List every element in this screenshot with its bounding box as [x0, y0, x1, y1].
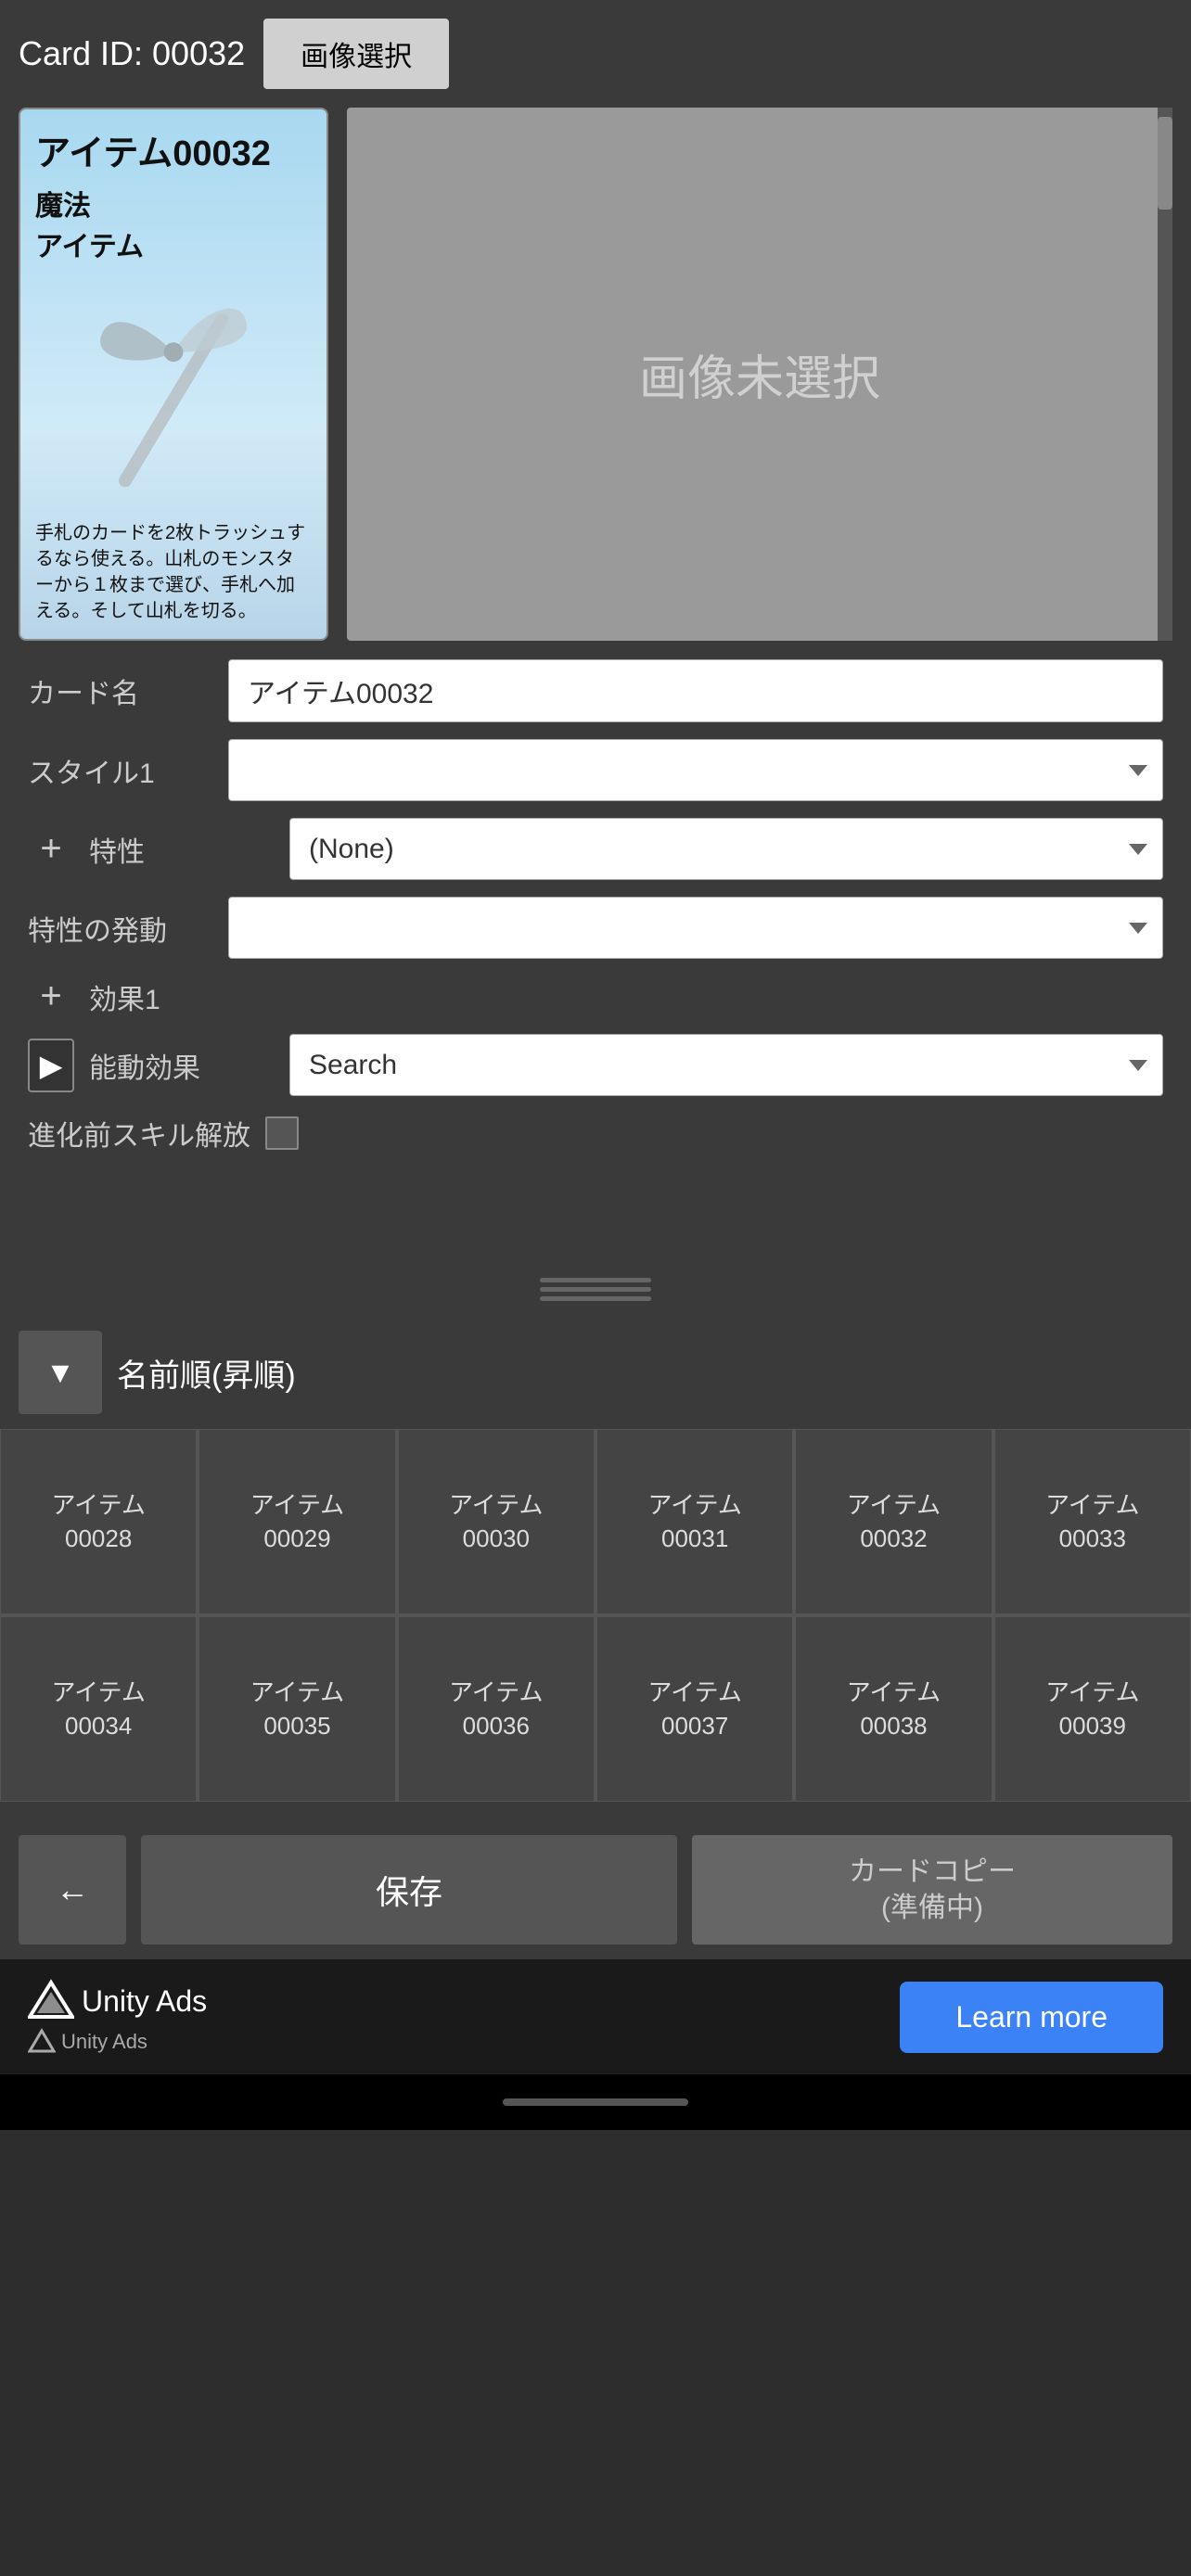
card-type2: アイテム: [35, 223, 312, 264]
unity-ads-brand: Unity Ads: [82, 1984, 207, 2019]
home-indicator: [503, 2098, 688, 2106]
form-row-style1: スタイル1: [28, 739, 1163, 801]
effect1-label: 効果1: [89, 976, 275, 1017]
grid-item-00033[interactable]: アイテム00033: [994, 1429, 1191, 1614]
no-image-text: 画像未選択: [639, 339, 880, 409]
trait-trigger-select[interactable]: [228, 897, 1163, 959]
sort-bar: ▼ 名前順(昇順): [0, 1316, 1191, 1429]
card-type1: 魔法: [35, 183, 312, 223]
unity-small: Unity Ads: [28, 2028, 207, 2056]
ad-banner: Unity Ads Unity Ads Learn more: [0, 1959, 1191, 2074]
card-image: [35, 272, 312, 513]
trait-trigger-label: 特性の発動: [28, 908, 213, 949]
card-id-label: Card ID: 00032: [19, 34, 245, 73]
card-name-input[interactable]: [228, 659, 1163, 722]
form-row-effect1: + 効果1: [28, 976, 1163, 1017]
ad-left: Unity Ads Unity Ads: [28, 1978, 207, 2056]
grid-item-00030[interactable]: アイテム00030: [398, 1429, 595, 1614]
trait-add-button[interactable]: +: [28, 828, 74, 870]
scrollbar[interactable]: [1158, 108, 1172, 641]
evolve-label: 進化前スキル解放: [28, 1113, 250, 1154]
image-select-button[interactable]: 画像選択: [263, 19, 449, 89]
save-button[interactable]: 保存: [141, 1835, 677, 1945]
active-effect-select[interactable]: Search: [289, 1034, 1163, 1096]
card-grid-section: アイテム00028 アイテム00029 アイテム00030 アイテム00031 …: [0, 1429, 1191, 1820]
grid-item-00037[interactable]: アイテム00037: [596, 1616, 793, 1802]
scrollbar-thumb[interactable]: [1158, 117, 1172, 210]
play-button[interactable]: ▶: [28, 1039, 74, 1092]
unity-logo-icon: [28, 1978, 74, 2024]
card-preview: アイテム00032 魔法 アイテム 手札のカードを2枚トラッシュするなら使える。…: [19, 108, 328, 641]
bottom-indicator: [0, 2074, 1191, 2130]
copy-button[interactable]: カードコピー(準備中): [692, 1835, 1172, 1945]
evolve-checkbox-area: [265, 1116, 299, 1150]
learn-more-button[interactable]: Learn more: [900, 1982, 1163, 2053]
unity-logo: Unity Ads: [28, 1978, 207, 2024]
grid-item-00036[interactable]: アイテム00036: [398, 1616, 595, 1802]
card-description: 手札のカードを2枚トラッシュするなら使える。山札のモンスターから１枚まで選び、手…: [35, 513, 312, 624]
pickaxe-icon: [81, 272, 266, 513]
card-grid: アイテム00028 アイテム00029 アイテム00030 アイテム00031 …: [0, 1429, 1191, 1802]
form-row-trait: + 特性 (None): [28, 818, 1163, 880]
unity-ads-sub-brand: Unity Ads: [61, 2030, 147, 2054]
trait-label: 特性: [89, 829, 275, 870]
grid-item-00031[interactable]: アイテム00031: [596, 1429, 793, 1614]
back-button[interactable]: ←: [19, 1835, 126, 1945]
evolve-checkbox[interactable]: [265, 1116, 299, 1150]
grid-item-00039[interactable]: アイテム00039: [994, 1616, 1191, 1802]
grid-item-00034[interactable]: アイテム00034: [0, 1616, 197, 1802]
form-row-trait-trigger: 特性の発動: [28, 897, 1163, 959]
trait-select[interactable]: (None): [289, 818, 1163, 880]
sort-label: 名前順(昇順): [117, 1350, 296, 1396]
grid-item-00028[interactable]: アイテム00028: [0, 1429, 197, 1614]
grid-item-00035[interactable]: アイテム00035: [198, 1616, 395, 1802]
unity-small-icon: [28, 2028, 56, 2056]
sort-direction-button[interactable]: ▼: [19, 1331, 102, 1414]
grid-item-00038[interactable]: アイテム00038: [795, 1616, 992, 1802]
card-name-label: カード名: [28, 670, 213, 711]
form-row-card-name: カード名: [28, 659, 1163, 722]
divider: [0, 1263, 1191, 1316]
style1-select[interactable]: [228, 739, 1163, 801]
form-row-evolve: 進化前スキル解放: [28, 1113, 1163, 1154]
card-title: アイテム00032: [35, 124, 312, 175]
effect1-add-button[interactable]: +: [28, 976, 74, 1017]
grid-item-00032[interactable]: アイテム00032: [795, 1429, 992, 1614]
drag-handle[interactable]: [540, 1278, 651, 1301]
style1-label: スタイル1: [28, 750, 213, 791]
no-image-area: 画像未選択: [347, 108, 1172, 641]
form-row-active-effect: ▶ 能動効果 Search: [28, 1034, 1163, 1096]
active-effect-label: 能動効果: [89, 1045, 275, 1086]
bottom-buttons: ← 保存 カードコピー(準備中): [0, 1820, 1191, 1959]
grid-item-00029[interactable]: アイテム00029: [198, 1429, 395, 1614]
